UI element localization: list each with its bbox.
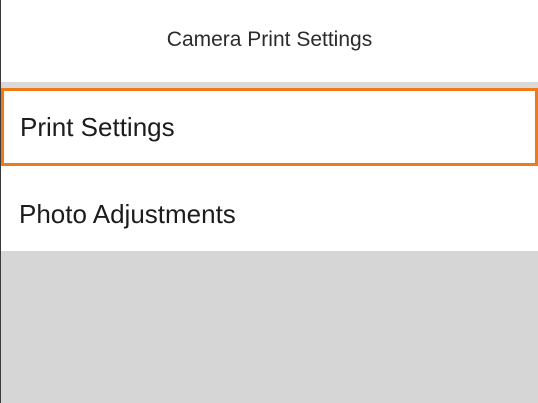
camera-print-settings-screen: Camera Print Settings Print Settings Pho… <box>0 0 538 403</box>
settings-menu: Print Settings Photo Adjustments <box>1 88 538 254</box>
menu-item-label: Print Settings <box>20 111 175 142</box>
menu-item-label: Photo Adjustments <box>19 198 236 229</box>
menu-item-photo-adjustments[interactable]: Photo Adjustments <box>1 174 538 254</box>
empty-list-area <box>1 251 538 403</box>
header: Camera Print Settings <box>1 0 538 82</box>
menu-item-print-settings[interactable]: Print Settings <box>1 88 538 166</box>
page-title: Camera Print Settings <box>166 28 373 51</box>
